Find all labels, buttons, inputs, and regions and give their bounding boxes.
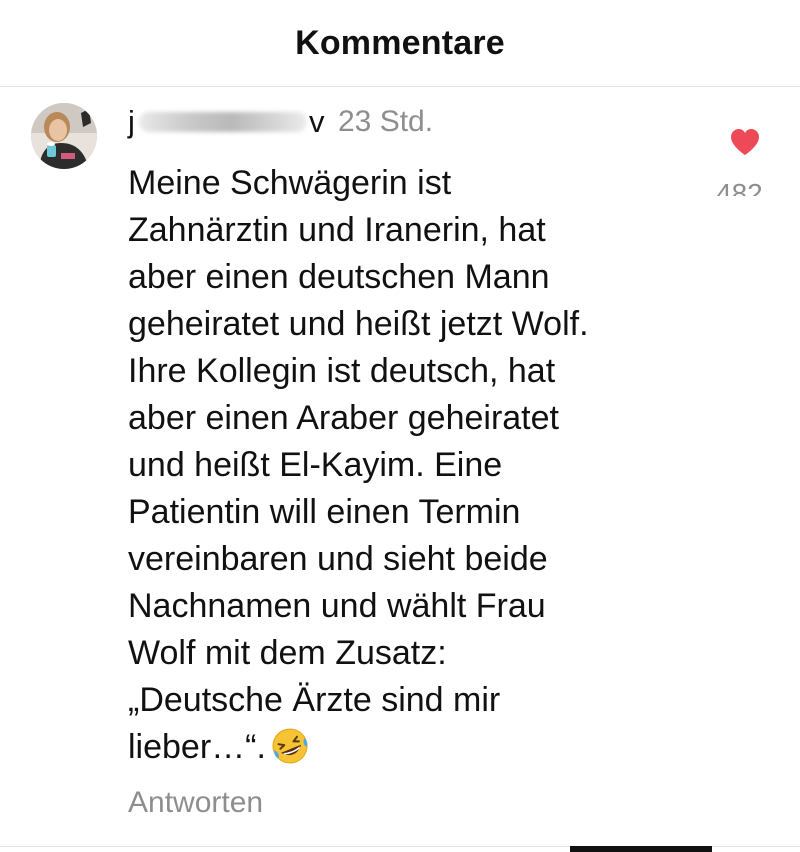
reply-button[interactable]: Antworten	[128, 786, 263, 820]
avatar[interactable]	[31, 103, 97, 169]
heart-icon	[731, 129, 759, 155]
home-indicator	[570, 846, 712, 852]
comment-text-content: Meine Schwägerin ist Zahnärztin und Iran…	[128, 164, 589, 766]
profile-photo-icon	[31, 103, 97, 169]
comment-text: Meine Schwägerin ist Zahnärztin und Iran…	[128, 160, 708, 771]
username-redaction	[139, 112, 307, 132]
comment-timestamp: 23 Std.	[338, 105, 434, 138]
comments-header: Kommentare	[0, 0, 800, 87]
comment-meta: j v 23 Std.	[128, 100, 433, 144]
username[interactable]: j v	[128, 102, 325, 142]
like-button[interactable]	[730, 128, 760, 156]
laughing-emoji-icon	[270, 726, 310, 766]
page-title: Kommentare	[295, 23, 505, 62]
like-count: 482	[716, 178, 763, 196]
